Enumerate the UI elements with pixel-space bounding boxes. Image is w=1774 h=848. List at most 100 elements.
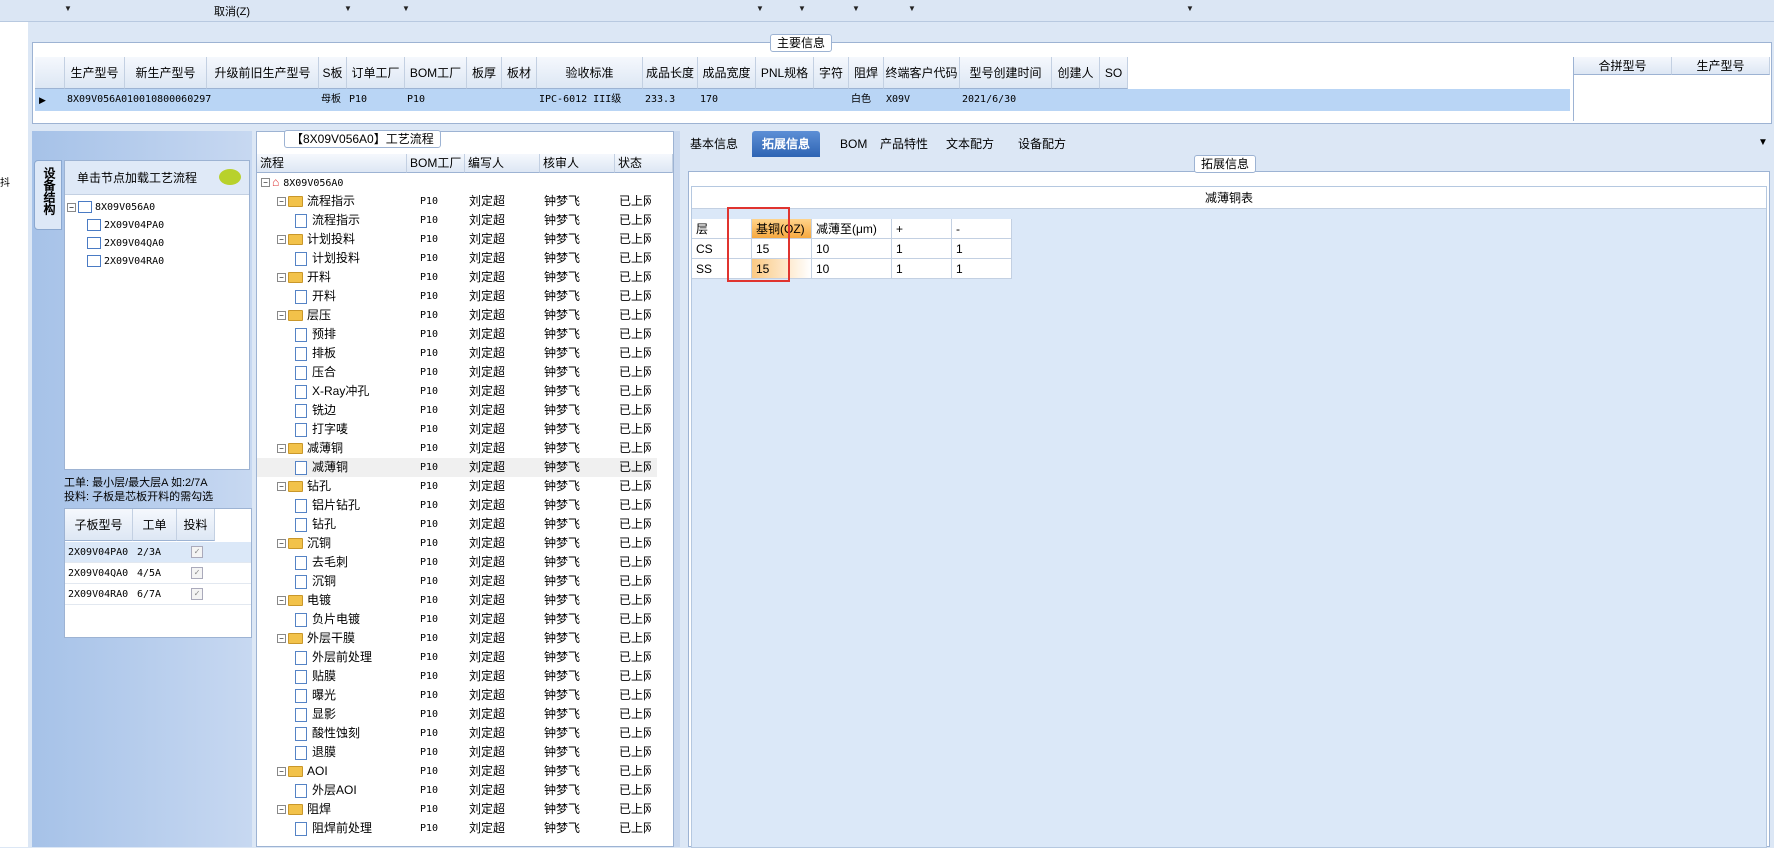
flow-row[interactable]: 负片电镀 P10 刘定超 钟梦飞 已上网 xyxy=(257,610,657,629)
flow-row[interactable]: 显影 P10 刘定超 钟梦飞 已上网 xyxy=(257,705,657,724)
column-header[interactable]: 验收标准 xyxy=(537,57,643,89)
collapse-icon[interactable]: − xyxy=(277,634,286,644)
table-header-cell[interactable]: - xyxy=(952,219,1012,239)
flow-row[interactable]: 预排 P10 刘定超 钟梦飞 已上网 xyxy=(257,325,657,344)
collapse-icon[interactable]: − xyxy=(277,805,286,815)
column-header[interactable]: 生产型号 xyxy=(65,57,125,89)
dropdown-arrow-icon[interactable]: ▼ xyxy=(908,4,916,13)
grid-row-selected[interactable] xyxy=(35,89,1570,111)
dropdown-arrow-icon[interactable]: ▼ xyxy=(798,4,806,13)
merge-column-header[interactable]: 生产型号 xyxy=(1672,57,1770,75)
flow-row[interactable]: 排板 P10 刘定超 钟梦飞 已上网 xyxy=(257,344,657,363)
table-cell[interactable]: 10 xyxy=(812,259,892,279)
flow-row[interactable]: 外层前处理 P10 刘定超 钟梦飞 已上网 xyxy=(257,648,657,667)
collapse-icon[interactable]: − xyxy=(277,539,286,549)
dropdown-arrow-icon[interactable]: ▼ xyxy=(756,4,764,13)
collapse-icon[interactable]: − xyxy=(67,202,76,212)
flow-row[interactable]: − 计划投料 P10 刘定超 钟梦飞 已上网 xyxy=(257,230,657,249)
flow-row[interactable]: 减薄铜 P10 刘定超 钟梦飞 已上网 xyxy=(257,458,657,477)
collapse-icon[interactable]: − xyxy=(261,178,270,188)
grid-cell[interactable]: 170 xyxy=(700,89,798,111)
flow-row[interactable]: − 开料 P10 刘定超 钟梦飞 已上网 xyxy=(257,268,657,287)
flow-row[interactable]: − 层压 P10 刘定超 钟梦飞 已上网 xyxy=(257,306,657,325)
column-header[interactable]: 升级前旧生产型号 xyxy=(207,57,319,89)
flow-row[interactable]: − 流程指示 P10 刘定超 钟梦飞 已上网 xyxy=(257,192,657,211)
dropdown-arrow-icon[interactable]: ▼ xyxy=(402,4,410,13)
tab-dropdown-icon[interactable]: ▼ xyxy=(1758,137,1768,148)
flow-column-header[interactable]: 编写人 xyxy=(465,154,540,173)
flow-row[interactable]: − 减薄铜 P10 刘定超 钟梦飞 已上网 xyxy=(257,439,657,458)
sub-column-header[interactable]: 工单 xyxy=(133,509,177,541)
grid-cell[interactable]: 2021/6/30 xyxy=(962,89,1094,111)
column-header[interactable]: 终端客户代码 xyxy=(884,57,960,89)
sub-grid-row[interactable]: 2X09V04QA0 4/5A ✓ xyxy=(65,563,251,584)
flow-row[interactable]: X-Ray冲孔 P10 刘定超 钟梦飞 已上网 xyxy=(257,382,657,401)
collapse-icon[interactable]: − xyxy=(277,235,286,245)
flow-column-header[interactable]: BOM工厂 xyxy=(407,154,465,173)
flow-row[interactable]: 流程指示 P10 刘定超 钟梦飞 已上网 xyxy=(257,211,657,230)
column-header[interactable]: 新生产型号 xyxy=(125,57,207,89)
flow-row[interactable]: 打字唛 P10 刘定超 钟梦飞 已上网 xyxy=(257,420,657,439)
flow-row[interactable]: 开料 P10 刘定超 钟梦飞 已上网 xyxy=(257,287,657,306)
flow-row[interactable]: 去毛刺 P10 刘定超 钟梦飞 已上网 xyxy=(257,553,657,572)
tab-4[interactable]: 文本配方 xyxy=(936,131,1004,157)
column-header[interactable]: SO xyxy=(1100,57,1128,89)
table-cell[interactable]: 10 xyxy=(812,239,892,259)
checkbox[interactable]: ✓ xyxy=(191,588,203,600)
flow-row[interactable]: − 电镀 P10 刘定超 钟梦飞 已上网 xyxy=(257,591,657,610)
flow-row[interactable]: 沉铜 P10 刘定超 钟梦飞 已上网 xyxy=(257,572,657,591)
tab-5[interactable]: 设备配方 xyxy=(1008,131,1076,157)
collapse-icon[interactable]: − xyxy=(277,482,286,492)
dropdown-arrow-icon[interactable]: ▼ xyxy=(64,4,72,13)
flow-column-header[interactable]: 流程 xyxy=(257,154,407,173)
table-header-cell[interactable]: 减薄至(μm) xyxy=(812,219,892,239)
collapse-icon[interactable]: − xyxy=(277,197,286,207)
flow-row[interactable]: − 阻焊 P10 刘定超 钟梦飞 已上网 xyxy=(257,800,657,819)
dropdown-arrow-icon[interactable]: ▼ xyxy=(1186,4,1194,13)
flow-row[interactable]: − AOI P10 刘定超 钟梦飞 已上网 xyxy=(257,762,657,781)
column-header[interactable]: 型号创建时间 xyxy=(960,57,1052,89)
collapse-icon[interactable]: − xyxy=(277,444,286,454)
column-header[interactable]: PNL规格 xyxy=(756,57,814,89)
checkbox[interactable]: ✓ xyxy=(191,546,203,558)
cancel-button[interactable]: 取消(Z) xyxy=(214,3,250,19)
flow-row[interactable]: 铝片钻孔 P10 刘定超 钟梦飞 已上网 xyxy=(257,496,657,515)
column-header[interactable]: 阻焊 xyxy=(849,57,884,89)
grid-cell[interactable]: P10 xyxy=(407,89,509,111)
flow-row[interactable]: 曝光 P10 刘定超 钟梦飞 已上网 xyxy=(257,686,657,705)
column-header[interactable]: S板 xyxy=(319,57,347,89)
sub-grid-row[interactable]: 2X09V04PA0 2/3A ✓ xyxy=(65,542,251,563)
table-cell[interactable]: 1 xyxy=(952,239,1012,259)
column-header[interactable]: 成品长度 xyxy=(643,57,698,89)
flow-row[interactable]: 外层AOI P10 刘定超 钟梦飞 已上网 xyxy=(257,781,657,800)
table-cell[interactable]: 1 xyxy=(892,259,952,279)
checkbox[interactable]: ✓ xyxy=(191,567,203,579)
equipment-structure-tab[interactable]: 设备结构 xyxy=(34,160,62,230)
collapse-icon[interactable]: − xyxy=(277,596,286,606)
collapse-icon[interactable]: − xyxy=(277,767,286,777)
sub-column-header[interactable]: 投料 xyxy=(177,509,215,541)
tree-child-node[interactable]: 2X09V04QA0 xyxy=(87,237,164,251)
flow-row[interactable]: − 外层干膜 P10 刘定超 钟梦飞 已上网 xyxy=(257,629,657,648)
sub-grid-row[interactable]: 2X09V04RA0 6/7A ✓ xyxy=(65,584,251,605)
flow-row[interactable]: 阻焊前处理 P10 刘定超 钟梦飞 已上网 xyxy=(257,819,657,838)
flow-row[interactable]: 压合 P10 刘定超 钟梦飞 已上网 xyxy=(257,363,657,382)
column-header[interactable]: 板厚 xyxy=(467,57,502,89)
dropdown-arrow-icon[interactable]: ▼ xyxy=(852,4,860,13)
flow-row[interactable]: 钻孔 P10 刘定超 钟梦飞 已上网 xyxy=(257,515,657,534)
column-header[interactable]: 成品宽度 xyxy=(698,57,756,89)
tree-child-node[interactable]: 2X09V04RA0 xyxy=(87,255,164,269)
flow-row[interactable]: 退膜 P10 刘定超 钟梦飞 已上网 xyxy=(257,743,657,762)
merge-column-header[interactable]: 合拼型号 xyxy=(1574,57,1672,75)
tree-root-node[interactable]: − 8X09V056A0 xyxy=(67,201,155,215)
table-cell[interactable]: 1 xyxy=(952,259,1012,279)
column-header[interactable]: 板材 xyxy=(502,57,537,89)
tab-3[interactable]: 产品特性 xyxy=(870,131,938,157)
collapse-icon[interactable]: − xyxy=(277,311,286,321)
table-cell[interactable]: 1 xyxy=(892,239,952,259)
table-header-cell[interactable]: + xyxy=(892,219,952,239)
flow-row[interactable]: 酸性蚀刻 P10 刘定超 钟梦飞 已上网 xyxy=(257,724,657,743)
column-header[interactable]: 创建人 xyxy=(1052,57,1100,89)
column-header[interactable]: BOM工厂 xyxy=(405,57,467,89)
tree-child-node[interactable]: 2X09V04PA0 xyxy=(87,219,164,233)
